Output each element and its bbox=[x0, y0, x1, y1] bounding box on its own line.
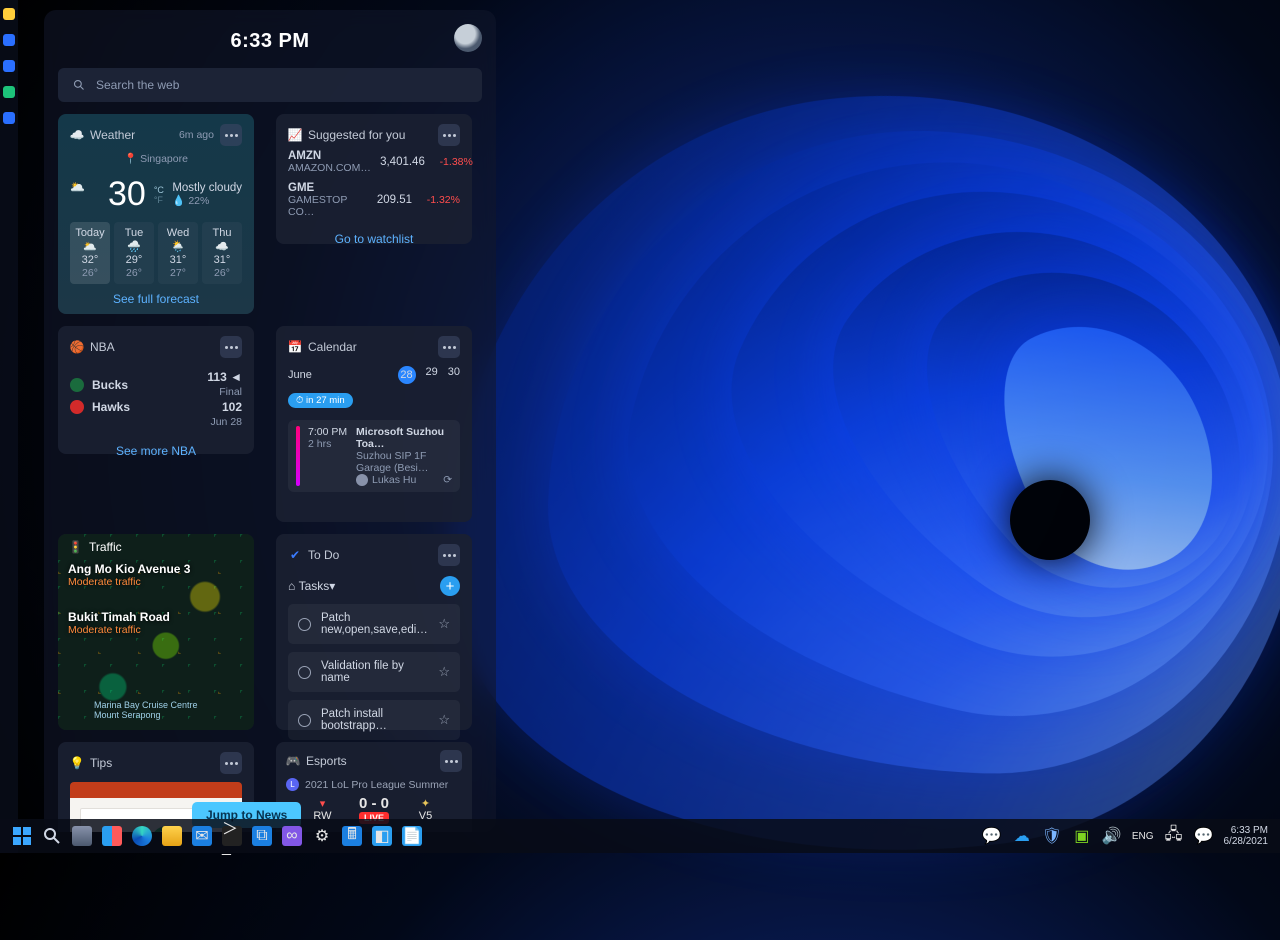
esports-title: Esports bbox=[306, 754, 347, 768]
nba-more-button[interactable] bbox=[220, 336, 242, 358]
weather-title: Weather bbox=[90, 128, 135, 142]
task-checkbox[interactable] bbox=[298, 618, 311, 631]
calendar-icon: 📅 bbox=[288, 340, 302, 354]
stocks-more-button[interactable] bbox=[438, 124, 460, 146]
weather-widget[interactable]: ☁️ Weather 6m ago 📍 Singapore 🌥️ 30 °C °… bbox=[58, 114, 254, 314]
nba-widget[interactable]: 🏀 NBA Bucks Hawks 113 ◄ Final 102 Jun 28… bbox=[58, 326, 254, 454]
tips-title: Tips bbox=[90, 756, 112, 770]
stocks-icon: 📈 bbox=[288, 128, 302, 142]
refresh-icon[interactable]: ⟳ bbox=[443, 474, 452, 486]
see-forecast-link[interactable]: See full forecast bbox=[113, 292, 199, 306]
calendar-day[interactable]: 29 bbox=[426, 366, 438, 384]
tray-onedrive-icon[interactable]: ☁ bbox=[1012, 826, 1032, 846]
vscode-icon[interactable]: ⧉ bbox=[252, 826, 272, 846]
calendar-day-selected[interactable]: 28 bbox=[398, 366, 416, 384]
todo-more-button[interactable] bbox=[438, 544, 460, 566]
basketball-icon: 🏀 bbox=[70, 340, 84, 354]
add-task-button[interactable]: + bbox=[440, 576, 460, 596]
desktop-wallpaper bbox=[420, 0, 1280, 940]
star-icon[interactable]: ☆ bbox=[438, 664, 450, 680]
language-indicator[interactable]: ENG bbox=[1132, 831, 1154, 842]
search-icon bbox=[72, 78, 86, 92]
todo-icon: ✔ bbox=[288, 548, 302, 562]
esports-more-button[interactable] bbox=[440, 750, 462, 772]
esports-icon: 🎮 bbox=[286, 754, 300, 768]
notes-icon[interactable]: 📄 bbox=[402, 826, 422, 846]
calendar-title: Calendar bbox=[308, 340, 357, 354]
tray-nvidia-icon[interactable]: ▣ bbox=[1072, 826, 1092, 846]
todo-widget[interactable]: ✔ To Do ⌂ Tasks ▾ + Patch new,open,save,… bbox=[276, 534, 472, 730]
task-checkbox[interactable] bbox=[298, 714, 311, 727]
task-checkbox[interactable] bbox=[298, 666, 311, 679]
chevron-down-icon: ▾ bbox=[329, 579, 335, 593]
terminal-icon[interactable]: ＞_ bbox=[222, 826, 242, 846]
traffic-widget[interactable]: 🚦Traffic Ang Mo Kio Avenue 3Moderate tra… bbox=[58, 534, 254, 730]
stock-row[interactable]: GMEGAMESTOP CO… 209.51 -1.32% bbox=[288, 178, 460, 222]
visualstudio-icon[interactable]: ∞ bbox=[282, 826, 302, 846]
start-button[interactable] bbox=[12, 826, 32, 846]
forecast-day[interactable]: Wed🌦️ 31°27° bbox=[158, 222, 198, 284]
weather-summary: Mostly cloudy bbox=[172, 182, 242, 194]
taskbar-clock[interactable]: 6:33 PM 6/28/2021 bbox=[1224, 825, 1269, 847]
forecast-day[interactable]: Today🌥️ 32°26° bbox=[70, 222, 110, 284]
task-item[interactable]: Patch new,open,save,edi…☆ bbox=[288, 604, 460, 644]
todo-list-picker[interactable]: Tasks bbox=[299, 579, 330, 593]
weather-age: 6m ago bbox=[179, 129, 214, 141]
left-app-strip bbox=[0, 0, 18, 853]
weather-more-button[interactable] bbox=[220, 124, 242, 146]
stocks-widget[interactable]: 📈 Suggested for you AMZNAMAZON.COM… 3,40… bbox=[276, 114, 472, 244]
forecast-day[interactable]: Thu☁️ 31°26° bbox=[202, 222, 242, 284]
task-item[interactable]: Validation file by name☆ bbox=[288, 652, 460, 692]
stock-row[interactable]: AMZNAMAZON.COM… 3,401.46 -1.38% bbox=[288, 146, 460, 178]
traffic-icon: 🚦 bbox=[68, 540, 83, 554]
taskbar: ✉ ＞_ ⧉ ∞ ⚙ 🖩 ◧ 📄 💬 ☁ 🛡 ▣ 🔊 ENG 🖧 💬 6:33 … bbox=[0, 819, 1280, 853]
see-more-nba-link[interactable]: See more NBA bbox=[116, 444, 196, 458]
calendar-more-button[interactable] bbox=[438, 336, 460, 358]
calendar-widget[interactable]: 📅 Calendar June 28 29 30 ⏱ in 27 min 7:0… bbox=[276, 326, 472, 522]
taskview-button[interactable] bbox=[72, 826, 92, 846]
widgets-panel: 6:33 PM Search the web ☁️ Weather 6m ago… bbox=[44, 10, 496, 832]
search-input[interactable]: Search the web bbox=[58, 68, 482, 102]
weather-location: Singapore bbox=[140, 153, 188, 165]
explorer-icon[interactable] bbox=[162, 826, 182, 846]
forecast-day[interactable]: Tue🌧️ 29°26° bbox=[114, 222, 154, 284]
star-icon[interactable]: ☆ bbox=[438, 616, 450, 632]
weather-temp: 30 bbox=[108, 175, 146, 214]
todo-title: To Do bbox=[308, 548, 339, 562]
calendar-day[interactable]: 30 bbox=[448, 366, 460, 384]
tips-more-button[interactable] bbox=[220, 752, 242, 774]
star-icon[interactable]: ☆ bbox=[438, 712, 450, 728]
edge-icon[interactable] bbox=[132, 826, 152, 846]
mail-icon[interactable]: ✉ bbox=[192, 826, 212, 846]
network-icon[interactable]: 🖧 bbox=[1164, 826, 1184, 846]
stocks-title: Suggested for you bbox=[308, 128, 405, 142]
settings-icon[interactable]: ⚙ bbox=[312, 826, 332, 846]
nba-title: NBA bbox=[90, 340, 115, 354]
search-placeholder: Search the web bbox=[96, 78, 179, 92]
search-button[interactable] bbox=[42, 826, 62, 846]
tray-audio-icon[interactable]: 🔊 bbox=[1102, 826, 1122, 846]
weather-icon: ☁️ bbox=[70, 128, 84, 142]
watchlist-link[interactable]: Go to watchlist bbox=[335, 232, 414, 246]
widgets-button[interactable] bbox=[102, 826, 122, 846]
user-avatar[interactable] bbox=[454, 24, 482, 52]
app-icon[interactable]: ◧ bbox=[372, 826, 392, 846]
calculator-icon[interactable]: 🖩 bbox=[342, 826, 362, 846]
tray-security-icon[interactable]: 🛡 bbox=[1042, 826, 1062, 846]
cloud-icon: 🌥️ bbox=[70, 180, 100, 210]
event-countdown-pill: ⏱ in 27 min bbox=[288, 393, 353, 408]
home-icon: ⌂ bbox=[288, 579, 295, 593]
calendar-event[interactable]: 7:00 PM 2 hrs Microsoft Suzhou Toa… Suzh… bbox=[288, 420, 460, 492]
action-center-icon[interactable]: 💬 bbox=[1194, 826, 1214, 846]
tips-icon: 💡 bbox=[70, 756, 84, 770]
task-item[interactable]: Patch install bootstrapp…☆ bbox=[288, 700, 460, 740]
tray-wechat-icon[interactable]: 💬 bbox=[982, 826, 1002, 846]
panel-clock: 6:33 PM bbox=[230, 30, 309, 53]
